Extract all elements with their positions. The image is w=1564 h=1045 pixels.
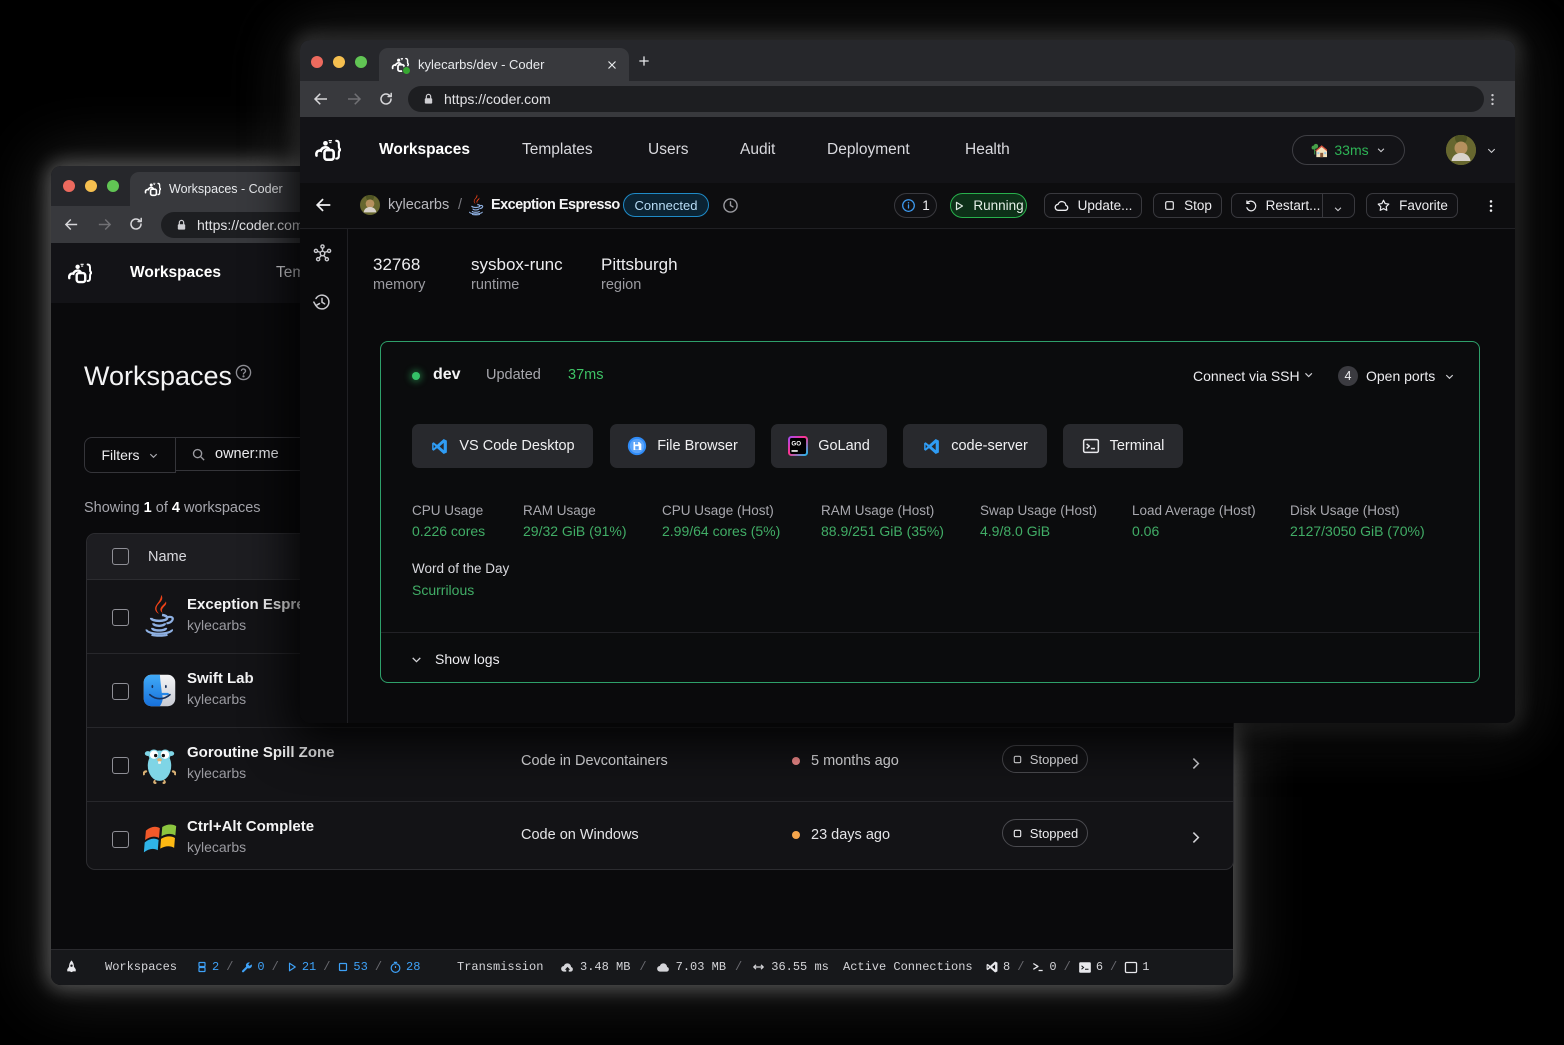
svg-text:GO: GO [792, 441, 802, 448]
